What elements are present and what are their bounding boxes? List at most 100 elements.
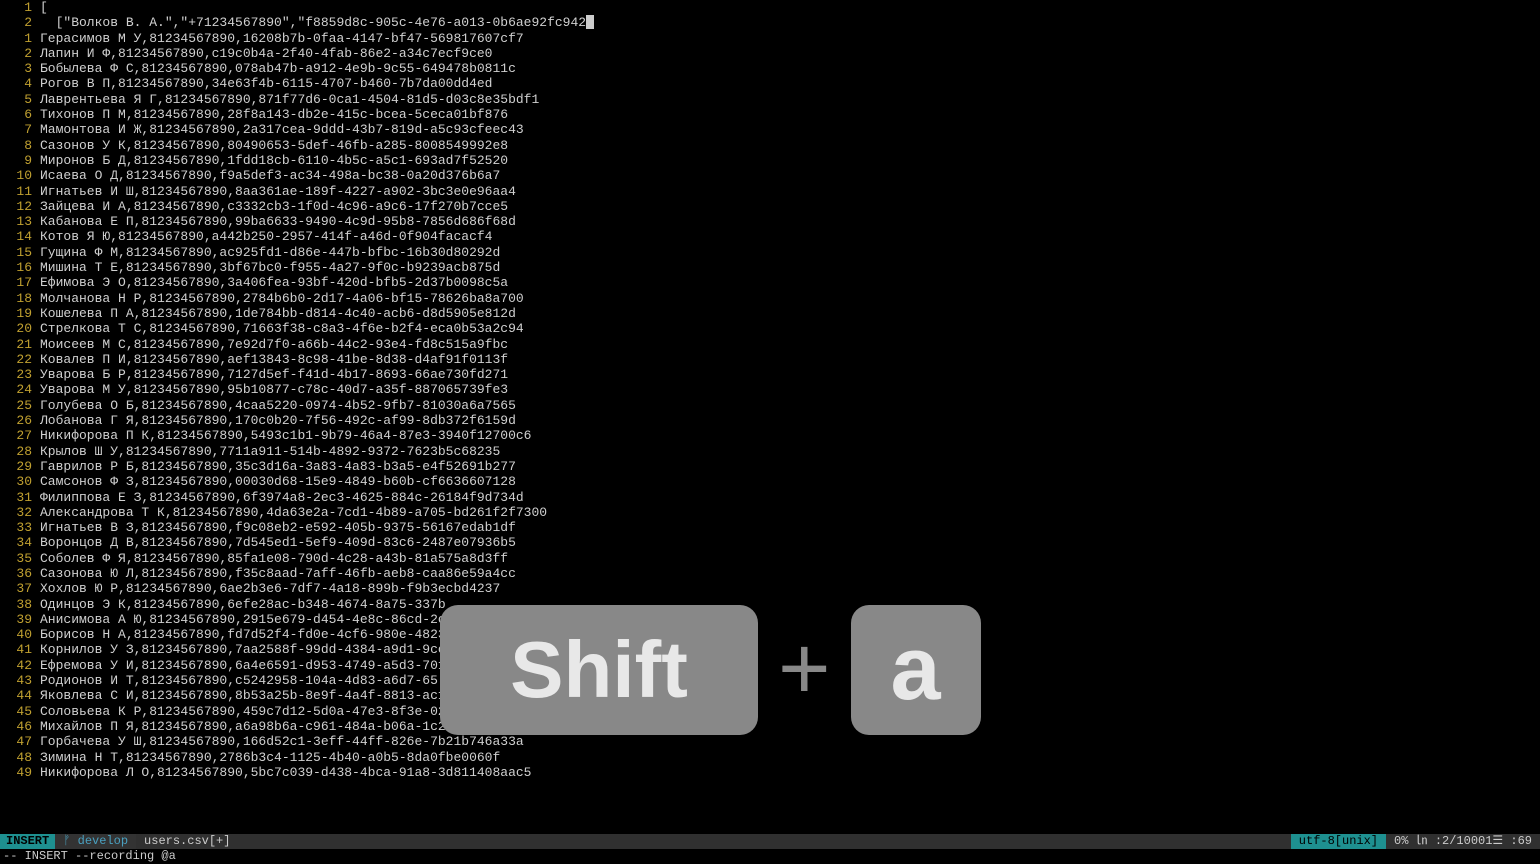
line-number: 23 bbox=[0, 367, 40, 382]
line-number: 27 bbox=[0, 428, 40, 443]
editor-line: 9Миронов Б Д,81234567890,1fdd18cb-6110-4… bbox=[0, 153, 1540, 168]
line-content: Голубева О Б,81234567890,4caa5220-0974-4… bbox=[40, 398, 516, 413]
editor-line: 5Лаврентьева Я Г,81234567890,871f77d6-0c… bbox=[0, 92, 1540, 107]
line-content: Ефремова У И,81234567890,6a4e6591-d953-4… bbox=[40, 658, 446, 673]
line-content: Борисов Н А,81234567890,fd7d52f4-fd0e-4c… bbox=[40, 627, 446, 642]
line-content: Воронцов Д В,81234567890,7d545ed1-5ef9-4… bbox=[40, 535, 516, 550]
editor-line: 30Самсонов Ф З,81234567890,00030d68-15e9… bbox=[0, 474, 1540, 489]
line-number: 35 bbox=[0, 551, 40, 566]
status-filename: users.csv[+] bbox=[136, 834, 238, 849]
editor-line: 13Кабанова Е П,81234567890,99ba6633-9490… bbox=[0, 214, 1540, 229]
line-number: 38 bbox=[0, 597, 40, 612]
branch-name: develop bbox=[78, 834, 128, 848]
line-content: Бобылева Ф С,81234567890,078ab47b-a912-4… bbox=[40, 61, 516, 76]
line-number: 39 bbox=[0, 612, 40, 627]
line-content: Александрова Т К,81234567890,4da63e2a-7c… bbox=[40, 505, 547, 520]
line-content: Горбачева У Ш,81234567890,166d52c1-3eff-… bbox=[40, 734, 524, 749]
line-number: 24 bbox=[0, 382, 40, 397]
line-number: 5 bbox=[0, 92, 40, 107]
editor-line: 2Лапин И Ф,81234567890,c19c0b4a-2f40-4fa… bbox=[0, 46, 1540, 61]
line-number: 19 bbox=[0, 306, 40, 321]
line-content: Игнатьев В З,81234567890,f9c08eb2-e592-4… bbox=[40, 520, 516, 535]
line-number: 30 bbox=[0, 474, 40, 489]
line-number: 18 bbox=[0, 291, 40, 306]
line-content: Моисеев М С,81234567890,7e92d7f0-a66b-44… bbox=[40, 337, 508, 352]
editor-line: 1Герасимов М У,81234567890,16208b7b-0faa… bbox=[0, 31, 1540, 46]
editor-line: 16Мишина Т Е,81234567890,3bf67bc0-f955-4… bbox=[0, 260, 1540, 275]
line-number: 37 bbox=[0, 581, 40, 596]
line-number: 29 bbox=[0, 459, 40, 474]
line-number: 9 bbox=[0, 153, 40, 168]
status-branch: ᚠ develop bbox=[55, 834, 136, 849]
editor-line: 15Гущина Ф М,81234567890,ac925fd1-d86e-4… bbox=[0, 245, 1540, 260]
line-content: Зайцева И А,81234567890,c3332cb3-1f0d-4c… bbox=[40, 199, 508, 214]
line-number: 45 bbox=[0, 704, 40, 719]
editor-line: 35Соболев Ф Я,81234567890,85fa1e08-790d-… bbox=[0, 551, 1540, 566]
editor-line: 25Голубева О Б,81234567890,4caa5220-0974… bbox=[0, 398, 1540, 413]
line-number: 21 bbox=[0, 337, 40, 352]
line-content: Лапин И Ф,81234567890,c19c0b4a-2f40-4fab… bbox=[40, 46, 492, 61]
line-content: Яковлева С И,81234567890,8b53a25b-8e9f-4… bbox=[40, 688, 446, 703]
editor-line: 18Молчанова Н Р,81234567890,2784b6b0-2d1… bbox=[0, 291, 1540, 306]
line-number: 25 bbox=[0, 398, 40, 413]
line-content: Лаврентьева Я Г,81234567890,871f77d6-0ca… bbox=[40, 92, 539, 107]
editor-line: 4Рогов В П,81234567890,34e63f4b-6115-470… bbox=[0, 76, 1540, 91]
line-number: 2 bbox=[0, 15, 40, 30]
line-content: Зимина Н Т,81234567890,2786b3c4-1125-4b4… bbox=[40, 750, 500, 765]
line-content: Ковалев П И,81234567890,aef13843-8c98-41… bbox=[40, 352, 508, 367]
line-number: 33 bbox=[0, 520, 40, 535]
line-content: Игнатьев И Ш,81234567890,8aa361ae-189f-4… bbox=[40, 184, 516, 199]
line-number: 26 bbox=[0, 413, 40, 428]
line-number: 46 bbox=[0, 719, 40, 734]
command-line: -- INSERT --recording @a bbox=[0, 849, 1540, 864]
line-content: Сазонов У К,81234567890,80490653-5def-46… bbox=[40, 138, 508, 153]
line-content: Стрелкова Т С,81234567890,71663f38-c8a3-… bbox=[40, 321, 524, 336]
line-number: 12 bbox=[0, 199, 40, 214]
line-content: Тихонов П М,81234567890,28f8a143-db2e-41… bbox=[40, 107, 508, 122]
line-number: 3 bbox=[0, 61, 40, 76]
editor-line: 3Бобылева Ф С,81234567890,078ab47b-a912-… bbox=[0, 61, 1540, 76]
line-number: 15 bbox=[0, 245, 40, 260]
editor-line: 29Гаврилов Р Б,81234567890,35c3d16a-3a83… bbox=[0, 459, 1540, 474]
line-number: 42 bbox=[0, 658, 40, 673]
line-content: ["Волков В. А.","+71234567890","f8859d8c… bbox=[40, 15, 594, 30]
line-content: Корнилов У З,81234567890,7aa2588f-99dd-4… bbox=[40, 642, 446, 657]
line-number: 20 bbox=[0, 321, 40, 336]
cmdline-left: -- INSERT --recording @a bbox=[3, 849, 176, 864]
line-content: Филиппова Е З,81234567890,6f3974a8-2ec3-… bbox=[40, 490, 524, 505]
editor-line: 31Филиппова Е З,81234567890,6f3974a8-2ec… bbox=[0, 490, 1540, 505]
line-number: 34 bbox=[0, 535, 40, 550]
line-number: 41 bbox=[0, 642, 40, 657]
line-number: 10 bbox=[0, 168, 40, 183]
editor-line: 8Сазонов У К,81234567890,80490653-5def-4… bbox=[0, 138, 1540, 153]
line-content: Соболев Ф Я,81234567890,85fa1e08-790d-4c… bbox=[40, 551, 508, 566]
editor-line: 14Котов Я Ю,81234567890,a442b250-2957-41… bbox=[0, 229, 1540, 244]
line-number: 6 bbox=[0, 107, 40, 122]
line-number: 1 bbox=[0, 31, 40, 46]
line-number: 2 bbox=[0, 46, 40, 61]
line-number: 13 bbox=[0, 214, 40, 229]
line-number: 4 bbox=[0, 76, 40, 91]
editor-line: 20Стрелкова Т С,81234567890,71663f38-c8a… bbox=[0, 321, 1540, 336]
line-content: Гущина Ф М,81234567890,ac925fd1-d86e-447… bbox=[40, 245, 500, 260]
status-position: 0% ㏑ :2/10001☰ :69 bbox=[1386, 834, 1540, 849]
line-content: Уварова М У,81234567890,95b10877-c78c-40… bbox=[40, 382, 508, 397]
line-number: 11 bbox=[0, 184, 40, 199]
line-number: 44 bbox=[0, 688, 40, 703]
line-content: Гаврилов Р Б,81234567890,35c3d16a-3a83-4… bbox=[40, 459, 516, 474]
editor-line: 32Александрова Т К,81234567890,4da63e2a-… bbox=[0, 505, 1540, 520]
line-content: Рогов В П,81234567890,34e63f4b-6115-4707… bbox=[40, 76, 492, 91]
line-number: 17 bbox=[0, 275, 40, 290]
line-number: 40 bbox=[0, 627, 40, 642]
line-number: 14 bbox=[0, 229, 40, 244]
keystroke-overlay: Shift + a bbox=[440, 605, 981, 735]
line-content: Мишина Т Е,81234567890,3bf67bc0-f955-4a2… bbox=[40, 260, 500, 275]
line-content: Никифорова П К,81234567890,5493c1b1-9b79… bbox=[40, 428, 531, 443]
line-content: Родионов И Т,81234567890,c5242958-104a-4… bbox=[40, 673, 438, 688]
editor-line: 28Крылов Ш У,81234567890,7711a911-514b-4… bbox=[0, 444, 1540, 459]
cursor bbox=[586, 15, 594, 29]
line-content: Лобанова Г Я,81234567890,170c0b20-7f56-4… bbox=[40, 413, 516, 428]
editor-line: 23Уварова Б Р,81234567890,7127d5ef-f41d-… bbox=[0, 367, 1540, 382]
editor-line: 22Ковалев П И,81234567890,aef13843-8c98-… bbox=[0, 352, 1540, 367]
editor-line: 48Зимина Н Т,81234567890,2786b3c4-1125-4… bbox=[0, 750, 1540, 765]
